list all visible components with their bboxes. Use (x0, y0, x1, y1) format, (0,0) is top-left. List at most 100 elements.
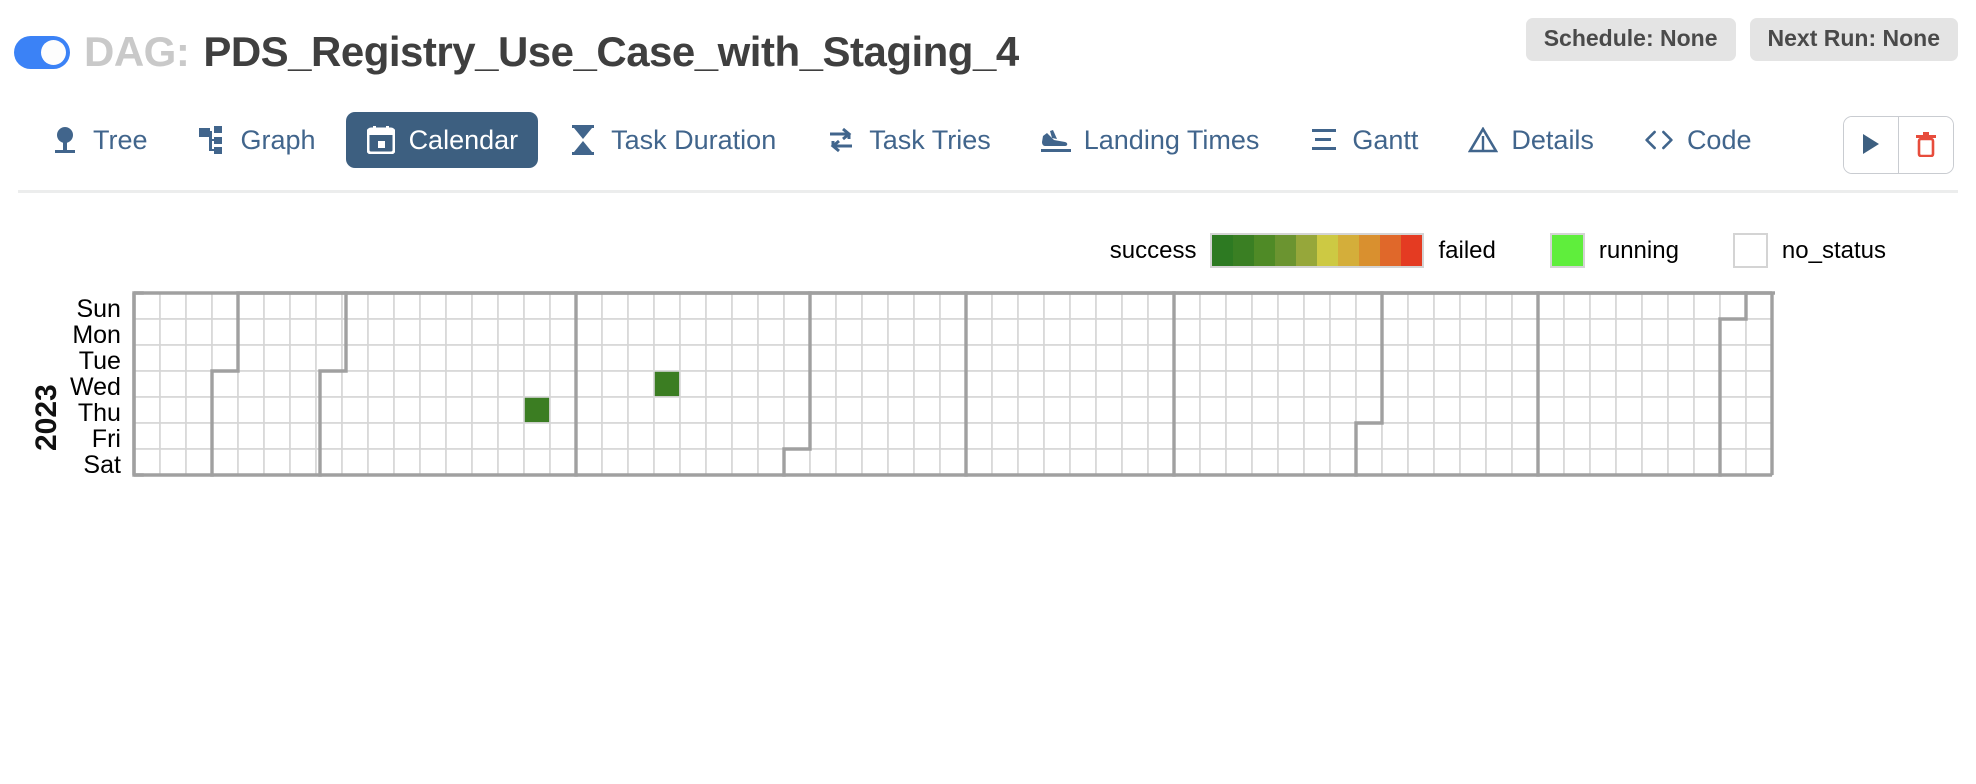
calendar-day-cell[interactable] (1225, 396, 1253, 424)
calendar-day-cell[interactable] (1381, 318, 1409, 346)
calendar-day-cell[interactable] (965, 448, 993, 476)
calendar-day-cell[interactable] (1017, 292, 1045, 320)
calendar-day-cell[interactable] (1667, 448, 1695, 476)
calendar-day-cell[interactable] (1459, 344, 1487, 372)
calendar-day-cell[interactable] (497, 370, 525, 398)
calendar-day-cell[interactable] (1433, 344, 1461, 372)
calendar-day-cell[interactable] (185, 448, 213, 476)
calendar-day-cell[interactable] (809, 448, 837, 476)
calendar-day-cell[interactable] (1069, 396, 1097, 424)
calendar-day-cell[interactable] (601, 422, 629, 450)
calendar-day-cell[interactable] (133, 448, 161, 476)
calendar-day-cell[interactable] (1069, 370, 1097, 398)
calendar-day-cell[interactable] (1277, 344, 1305, 372)
calendar-day-cell[interactable] (1537, 344, 1565, 372)
calendar-day-cell[interactable] (1511, 396, 1539, 424)
calendar-day-cell[interactable] (419, 448, 447, 476)
calendar-day-cell[interactable] (679, 292, 707, 320)
calendar-day-cell[interactable] (1407, 448, 1435, 476)
calendar-day-cell[interactable] (861, 318, 889, 346)
calendar-day-cell[interactable] (1407, 292, 1435, 320)
calendar-day-cell[interactable] (1693, 318, 1721, 346)
calendar-day-cell[interactable] (393, 370, 421, 398)
calendar-day-cell[interactable] (1225, 344, 1253, 372)
calendar-day-cell[interactable] (809, 370, 837, 398)
calendar-day-cell[interactable] (1147, 292, 1175, 320)
calendar-day-cell[interactable] (575, 344, 603, 372)
calendar-day-cell[interactable] (1719, 396, 1747, 424)
calendar-day-cell[interactable] (1589, 396, 1617, 424)
calendar-day-cell[interactable] (471, 292, 499, 320)
calendar-day-cell[interactable] (263, 422, 291, 450)
calendar-day-cell[interactable] (1615, 448, 1643, 476)
calendar-day-cell[interactable] (991, 448, 1019, 476)
calendar-day-cell[interactable] (1537, 318, 1565, 346)
calendar-day-cell[interactable] (991, 396, 1019, 424)
tab-code[interactable]: Code (1624, 112, 1772, 168)
calendar-day-cell[interactable] (471, 422, 499, 450)
calendar-day-cell[interactable] (1589, 292, 1617, 320)
calendar-day-cell[interactable] (393, 396, 421, 424)
calendar-day-cell[interactable] (1693, 370, 1721, 398)
calendar-day-cell[interactable] (1511, 292, 1539, 320)
calendar-day-cell[interactable] (861, 370, 889, 398)
calendar-day-cell[interactable] (237, 396, 265, 424)
calendar-day-cell[interactable] (393, 292, 421, 320)
calendar-day-cell[interactable] (731, 422, 759, 450)
calendar-day-cell[interactable] (861, 422, 889, 450)
calendar-day-cell[interactable] (601, 292, 629, 320)
calendar-day-cell[interactable] (861, 448, 889, 476)
calendar-day-cell[interactable] (1745, 422, 1773, 450)
tab-task-tries[interactable]: Task Tries (806, 112, 1011, 168)
calendar-day-cell[interactable] (1095, 396, 1123, 424)
calendar-day-cell[interactable] (1095, 422, 1123, 450)
calendar-day-cell[interactable] (1173, 448, 1201, 476)
calendar-day-cell[interactable] (133, 292, 161, 320)
calendar-day-cell[interactable] (1173, 292, 1201, 320)
calendar-day-cell[interactable] (1277, 448, 1305, 476)
calendar-day-cell[interactable] (1199, 344, 1227, 372)
calendar-day-cell[interactable] (1121, 422, 1149, 450)
calendar-day-cell[interactable] (1355, 318, 1383, 346)
calendar-day-cell[interactable] (575, 370, 603, 398)
calendar-day-cell[interactable] (783, 318, 811, 346)
calendar-day-cell[interactable] (809, 422, 837, 450)
calendar-day-cell[interactable] (1381, 292, 1409, 320)
calendar-day-cell[interactable] (939, 448, 967, 476)
calendar-day-cell[interactable] (1641, 318, 1669, 346)
calendar-day-cell[interactable] (523, 370, 551, 398)
calendar-day-cell[interactable] (471, 318, 499, 346)
calendar-day-cell[interactable] (913, 396, 941, 424)
calendar-day-cell[interactable] (1277, 396, 1305, 424)
calendar-day-cell[interactable] (1095, 318, 1123, 346)
calendar-day-cell[interactable] (887, 370, 915, 398)
calendar-day-cell[interactable] (1355, 292, 1383, 320)
calendar-day-cell[interactable] (445, 448, 473, 476)
calendar-day-cell[interactable] (1667, 422, 1695, 450)
calendar-day-cell[interactable] (679, 370, 707, 398)
calendar-day-cell[interactable] (1017, 448, 1045, 476)
calendar-day-cell[interactable] (731, 344, 759, 372)
calendar-day-cell[interactable] (341, 396, 369, 424)
calendar-day-cell[interactable] (1095, 448, 1123, 476)
calendar-day-cell[interactable] (445, 318, 473, 346)
calendar-day-cell[interactable] (1147, 344, 1175, 372)
calendar-day-cell[interactable] (757, 370, 785, 398)
calendar-day-cell[interactable] (1407, 396, 1435, 424)
calendar-day-cell[interactable] (783, 292, 811, 320)
calendar-day-cell[interactable] (887, 344, 915, 372)
calendar-day-cell[interactable] (1537, 292, 1565, 320)
calendar-day-cell[interactable] (575, 448, 603, 476)
calendar-day-cell[interactable] (1433, 318, 1461, 346)
calendar-day-cell[interactable] (601, 318, 629, 346)
calendar-day-cell[interactable] (289, 318, 317, 346)
calendar-day-cell[interactable] (1095, 344, 1123, 372)
calendar-day-cell[interactable] (1147, 422, 1175, 450)
calendar-day-cell[interactable] (575, 422, 603, 450)
calendar-day-cell[interactable] (1615, 344, 1643, 372)
calendar-day-cell[interactable] (1017, 422, 1045, 450)
calendar-day-cell[interactable] (705, 448, 733, 476)
calendar-day-cell[interactable] (1095, 292, 1123, 320)
calendar-day-cell[interactable] (237, 448, 265, 476)
calendar-day-cell[interactable] (627, 396, 655, 424)
